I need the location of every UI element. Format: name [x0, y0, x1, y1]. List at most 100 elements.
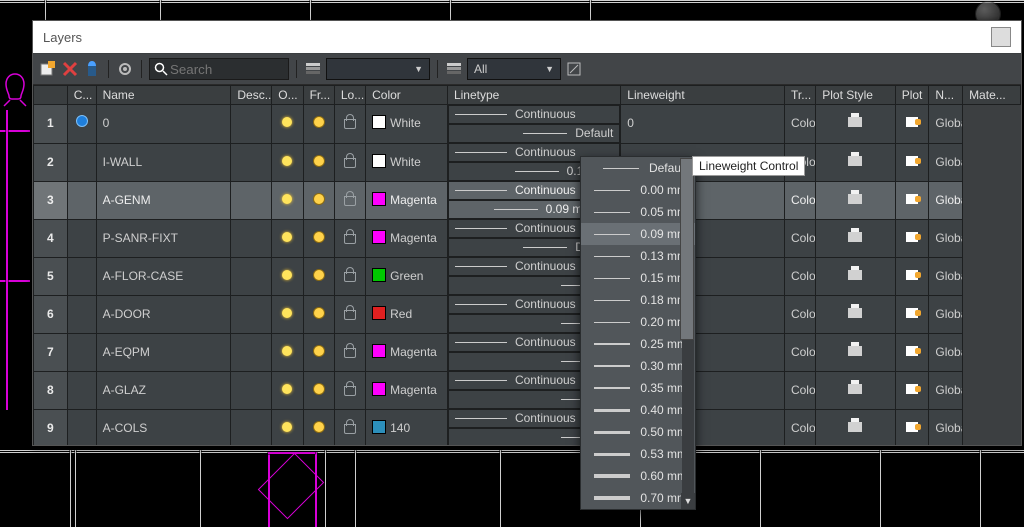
dropdown-item[interactable]: 0.20 mm: [581, 311, 695, 333]
col-12[interactable]: N...: [929, 86, 963, 105]
current-cell[interactable]: [67, 409, 96, 445]
dropdown-item[interactable]: 0.25 mm: [581, 333, 695, 355]
name-cell[interactable]: A-EQPM: [96, 333, 231, 371]
color-cell[interactable]: 140: [366, 409, 448, 445]
color-cell[interactable]: Red: [366, 295, 448, 333]
layer-states-icon[interactable]: [304, 60, 322, 78]
plot-cell[interactable]: [816, 219, 895, 257]
invert-filter-icon[interactable]: [565, 60, 583, 78]
material-cell[interactable]: Global: [929, 409, 963, 445]
plot-cell[interactable]: [816, 371, 895, 409]
material-cell[interactable]: Global: [929, 219, 963, 257]
col-8[interactable]: Lineweight: [621, 86, 785, 105]
name-cell[interactable]: A-DOOR: [96, 295, 231, 333]
lock-cell[interactable]: [334, 219, 365, 257]
col-9[interactable]: Tr...: [784, 86, 815, 105]
table-row[interactable]: 5 A-FLOR-CASE Green Continuous 0 Color 3…: [34, 257, 1021, 295]
current-cell[interactable]: [67, 181, 96, 219]
plotstyle-cell[interactable]: Color 140: [784, 409, 815, 445]
freeze-cell[interactable]: [303, 143, 334, 181]
layer-filter-icon[interactable]: [445, 60, 463, 78]
desc-cell[interactable]: [231, 409, 272, 445]
current-cell[interactable]: [67, 295, 96, 333]
search-input[interactable]: [168, 61, 284, 78]
dropdown-item[interactable]: Default: [581, 157, 695, 179]
newvp-cell[interactable]: [895, 181, 929, 219]
lineweight-dropdown[interactable]: Default0.00 mm0.05 mm0.09 mm0.13 mm0.15 …: [580, 156, 696, 510]
desc-cell[interactable]: [231, 371, 272, 409]
purge-layer-icon[interactable]: [83, 60, 101, 78]
freeze-cell[interactable]: [303, 105, 334, 144]
material-cell[interactable]: Global: [929, 143, 963, 181]
dropdown-item[interactable]: 0.35 mm: [581, 377, 695, 399]
plot-cell[interactable]: [816, 409, 895, 445]
col-11[interactable]: Plot: [895, 86, 929, 105]
panel-titlebar[interactable]: Layers: [33, 21, 1021, 54]
col-index[interactable]: [34, 86, 68, 105]
dropdown-item[interactable]: 0.30 mm: [581, 355, 695, 377]
freeze-cell[interactable]: [303, 371, 334, 409]
freeze-cell[interactable]: [303, 181, 334, 219]
desc-cell[interactable]: [231, 219, 272, 257]
lock-cell[interactable]: [334, 257, 365, 295]
table-row[interactable]: 3 A-GENM Magenta Continuous 0.09 mm▼ 0 C…: [34, 181, 1021, 219]
on-cell[interactable]: [272, 219, 303, 257]
newvp-cell[interactable]: [895, 371, 929, 409]
name-cell[interactable]: 0: [96, 105, 231, 144]
dropdown-item[interactable]: 0.70 mm: [581, 487, 695, 509]
newvp-cell[interactable]: [895, 143, 929, 181]
plot-cell[interactable]: [816, 105, 895, 144]
dropdown-item[interactable]: 0.13 mm: [581, 245, 695, 267]
current-cell[interactable]: [67, 105, 96, 144]
delete-layer-icon[interactable]: [61, 60, 79, 78]
lock-cell[interactable]: [334, 295, 365, 333]
col-13[interactable]: Mate...: [963, 86, 1021, 105]
dropdown-item[interactable]: 0.00 mm: [581, 179, 695, 201]
col-3[interactable]: O...: [272, 86, 303, 105]
current-cell[interactable]: [67, 257, 96, 295]
dropdown-item[interactable]: 0.40 mm: [581, 399, 695, 421]
name-cell[interactable]: P-SANR-FIXT: [96, 219, 231, 257]
col-7[interactable]: Linetype: [447, 86, 620, 105]
color-cell[interactable]: Magenta: [366, 333, 448, 371]
lock-cell[interactable]: [334, 181, 365, 219]
current-cell[interactable]: [67, 371, 96, 409]
newvp-cell[interactable]: [895, 333, 929, 371]
on-cell[interactable]: [272, 333, 303, 371]
desc-cell[interactable]: [231, 105, 272, 144]
dropdown-item[interactable]: 0.09 mm: [581, 223, 695, 245]
settings-icon[interactable]: [116, 60, 134, 78]
dropdown-item[interactable]: 0.05 mm: [581, 201, 695, 223]
plotstyle-cell[interactable]: Color 6: [784, 219, 815, 257]
new-layer-icon[interactable]: [39, 60, 57, 78]
lock-cell[interactable]: [334, 333, 365, 371]
material-cell[interactable]: Global: [929, 257, 963, 295]
desc-cell[interactable]: [231, 143, 272, 181]
on-cell[interactable]: [272, 257, 303, 295]
material-cell[interactable]: Global: [929, 181, 963, 219]
material-cell[interactable]: Global: [929, 105, 963, 144]
on-cell[interactable]: [272, 371, 303, 409]
linetype-cell[interactable]: Continuous: [448, 105, 620, 124]
material-cell[interactable]: Global: [929, 295, 963, 333]
dropdown-item[interactable]: 0.60 mm: [581, 465, 695, 487]
table-row[interactable]: 4 P-SANR-FIXT Magenta Continuous Default…: [34, 219, 1021, 257]
newvp-cell[interactable]: [895, 105, 929, 144]
lock-cell[interactable]: [334, 371, 365, 409]
dropdown-item[interactable]: 0.15 mm: [581, 267, 695, 289]
freeze-cell[interactable]: [303, 257, 334, 295]
color-cell[interactable]: Magenta: [366, 371, 448, 409]
color-cell[interactable]: White: [366, 105, 448, 144]
lock-cell[interactable]: [334, 143, 365, 181]
plotstyle-cell[interactable]: Color 6: [784, 181, 815, 219]
table-row[interactable]: 7 A-EQPM Magenta Continuous 0 Color 6 Gl…: [34, 333, 1021, 371]
material-cell[interactable]: Global: [929, 333, 963, 371]
plot-cell[interactable]: [816, 143, 895, 181]
col-6[interactable]: Color: [366, 86, 448, 105]
newvp-cell[interactable]: [895, 295, 929, 333]
close-icon[interactable]: [991, 27, 1011, 47]
newvp-cell[interactable]: [895, 257, 929, 295]
current-cell[interactable]: [67, 143, 96, 181]
material-cell[interactable]: Global: [929, 371, 963, 409]
name-cell[interactable]: I-WALL: [96, 143, 231, 181]
